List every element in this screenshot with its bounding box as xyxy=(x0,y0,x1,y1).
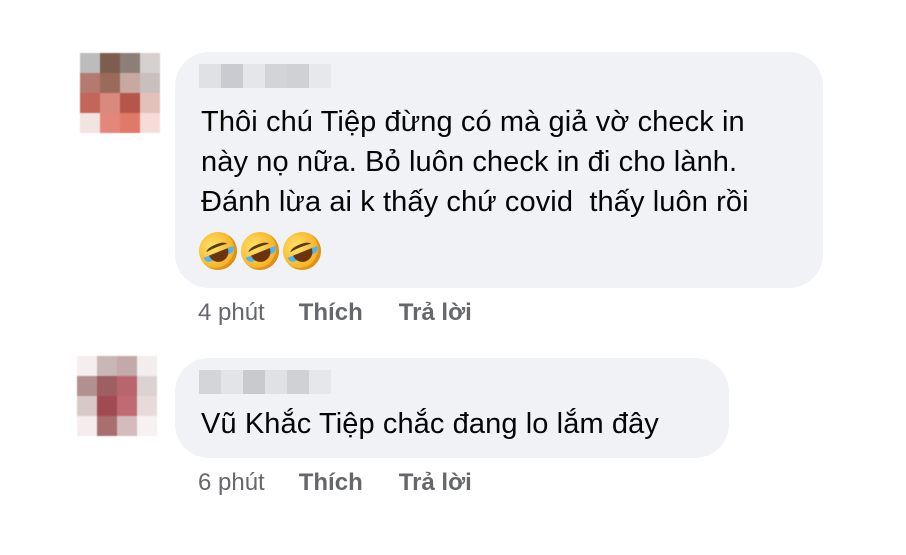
avatar-pixel xyxy=(80,53,100,73)
avatar-pixel xyxy=(140,113,160,133)
avatar-pixel xyxy=(120,113,140,133)
avatar-pixel xyxy=(117,356,137,376)
avatar-pixel xyxy=(97,356,117,376)
author-name-pixel xyxy=(287,64,309,88)
comment-text: Vũ Khắc Tiệp chắc đang lo lắm đây xyxy=(201,408,659,440)
comment-actions: 6 phút Thích Trả lời xyxy=(198,469,472,497)
rolling-on-floor-laughing-icon xyxy=(235,226,285,276)
comment-bubble: Vũ Khắc Tiệp chắc đang lo lắm đây xyxy=(175,358,729,458)
reply-button[interactable]: Trả lời xyxy=(399,299,472,327)
emoji-row xyxy=(193,226,327,276)
avatar-pixel xyxy=(120,93,140,113)
author-name-pixel xyxy=(221,370,243,394)
avatar-pixel xyxy=(137,416,157,436)
avatar-pixel xyxy=(77,396,97,416)
comment-author-name[interactable] xyxy=(199,370,331,394)
comment-text: Thôi chú Tiệp đừng có mà giả vờ check in… xyxy=(201,106,749,218)
avatar-pixel xyxy=(100,73,120,93)
like-button[interactable]: Thích xyxy=(299,469,363,497)
avatar-pixel xyxy=(140,93,160,113)
author-name-pixel xyxy=(199,64,221,88)
avatar-pixel xyxy=(97,376,117,396)
author-name-pixel xyxy=(265,370,287,394)
author-name-pixel xyxy=(199,370,221,394)
like-button[interactable]: Thích xyxy=(299,299,363,327)
avatar-pixel xyxy=(80,93,100,113)
avatar-pixel xyxy=(140,53,160,73)
author-name-pixel xyxy=(309,64,331,88)
reply-button[interactable]: Trả lời xyxy=(399,469,472,497)
comment-author-name[interactable] xyxy=(199,64,331,88)
avatar[interactable] xyxy=(77,356,157,436)
avatar-pixel xyxy=(80,73,100,93)
avatar-pixel xyxy=(100,93,120,113)
avatar-pixel xyxy=(117,396,137,416)
avatar-pixel xyxy=(117,416,137,436)
comment-timestamp[interactable]: 6 phút xyxy=(198,469,265,497)
avatar-pixel xyxy=(100,53,120,73)
comment-actions: 4 phút Thích Trả lời xyxy=(198,299,472,327)
comment-timestamp[interactable]: 4 phút xyxy=(198,299,265,327)
avatar-pixel xyxy=(97,416,117,436)
avatar-pixel xyxy=(77,416,97,436)
author-name-pixel xyxy=(243,370,265,394)
avatar-pixel xyxy=(120,73,140,93)
avatar-pixel xyxy=(120,53,140,73)
author-name-pixel xyxy=(309,370,331,394)
avatar-pixel xyxy=(137,376,157,396)
avatar-pixel xyxy=(137,396,157,416)
avatar-pixel xyxy=(77,376,97,396)
comment-bubble: Thôi chú Tiệp đừng có mà giả vờ check in… xyxy=(175,52,823,288)
author-name-pixel xyxy=(287,370,309,394)
author-name-pixel xyxy=(221,64,243,88)
rolling-on-floor-laughing-icon xyxy=(277,226,327,276)
avatar-pixel xyxy=(77,356,97,376)
avatar-pixel xyxy=(140,73,160,93)
author-name-pixel xyxy=(265,64,287,88)
avatar-pixel xyxy=(137,356,157,376)
avatar-pixel xyxy=(100,113,120,133)
author-name-pixel xyxy=(243,64,265,88)
avatar-pixel xyxy=(117,376,137,396)
avatar-pixel xyxy=(80,113,100,133)
avatar-pixel xyxy=(97,396,117,416)
rolling-on-floor-laughing-icon xyxy=(193,226,243,276)
avatar[interactable] xyxy=(80,53,160,133)
